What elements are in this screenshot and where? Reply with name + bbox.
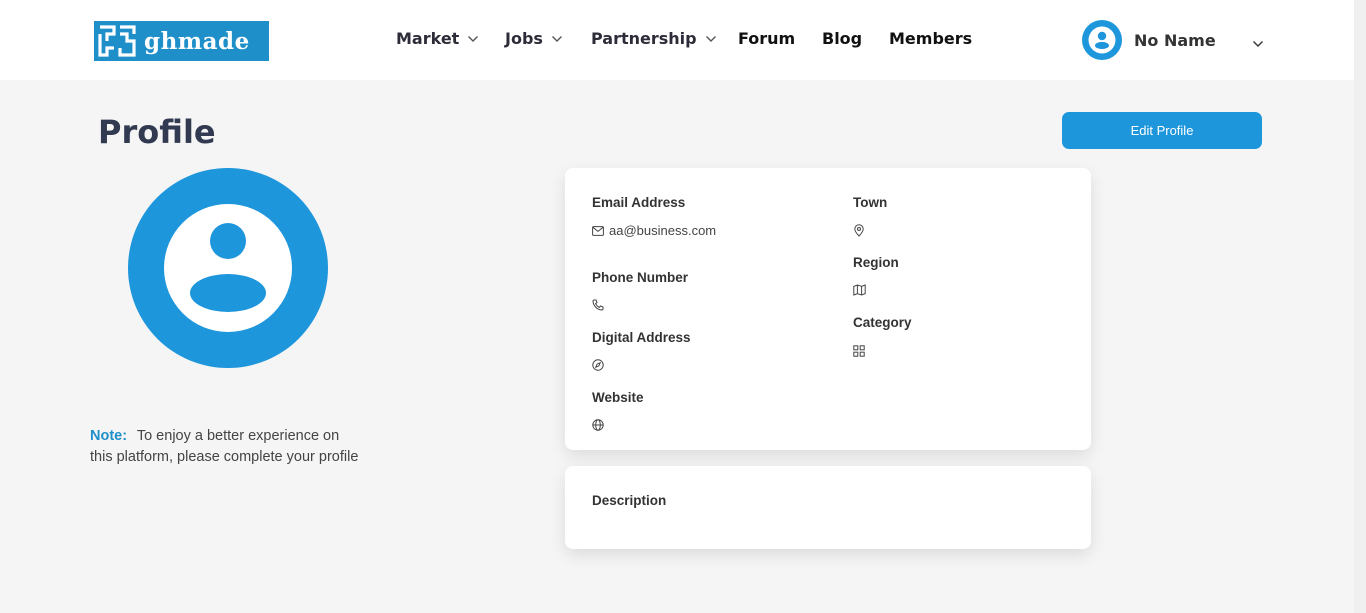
email-value: aa@business.com (592, 223, 716, 238)
nav-partnership-label: Partnership (591, 29, 697, 48)
phone-value (592, 299, 609, 311)
phone-icon (592, 299, 604, 311)
user-menu[interactable]: No Name (1082, 20, 1216, 60)
phone-label: Phone Number (592, 270, 689, 285)
town-label: Town (853, 195, 888, 210)
mail-icon (592, 225, 604, 236)
chevron-down-icon (551, 35, 563, 43)
site-logo[interactable]: ghmade (94, 21, 269, 61)
compass-icon (592, 359, 604, 371)
map-pin-icon (853, 224, 865, 237)
grid-icon (853, 345, 865, 357)
email-label: Email Address (592, 195, 686, 210)
email-text: aa@business.com (609, 223, 717, 238)
town-value (853, 224, 870, 237)
contact-details-card: Email Address aa@business.com Phone Numb… (565, 168, 1091, 450)
region-value (853, 284, 871, 296)
nav-blog-label: Blog (822, 29, 863, 48)
nav-members-label: Members (889, 29, 973, 48)
nav-jobs-label: Jobs (505, 29, 543, 48)
region-label: Region (853, 255, 899, 270)
nav-jobs[interactable]: Jobs (505, 29, 563, 48)
chevron-down-icon[interactable] (1252, 33, 1264, 52)
globe-icon (592, 419, 604, 431)
edit-profile-button[interactable]: Edit Profile (1062, 112, 1262, 149)
map-icon (853, 284, 866, 296)
nav-forum[interactable]: Forum (738, 29, 795, 48)
nav-market-label: Market (396, 29, 460, 48)
description-label: Description (592, 493, 667, 508)
logo-text: ghmade (144, 27, 250, 55)
chevron-down-icon (705, 35, 717, 43)
scrollbar[interactable] (1354, 0, 1366, 613)
chevron-down-icon (467, 35, 479, 43)
category-label: Category (853, 315, 912, 330)
user-avatar-icon (1082, 20, 1122, 60)
nav-market[interactable]: Market (396, 29, 479, 48)
description-card: Description (565, 466, 1091, 549)
profile-note: Note: To enjoy a better experience on th… (90, 426, 360, 468)
website-label: Website (592, 390, 644, 405)
logo-maze-icon (94, 21, 140, 61)
profile-avatar[interactable] (128, 168, 328, 368)
digital-address-value (592, 359, 609, 371)
nav-blog[interactable]: Blog (822, 29, 862, 48)
category-value (853, 345, 870, 357)
note-text: To enjoy a better experience on this pla… (90, 428, 359, 465)
page-title: Profile (98, 113, 216, 151)
digital-address-label: Digital Address (592, 330, 691, 345)
user-avatar-icon (164, 204, 292, 332)
user-name: No Name (1134, 30, 1216, 50)
nav-members[interactable]: Members (889, 29, 972, 48)
nav-forum-label: Forum (738, 29, 796, 48)
note-label: Note: (90, 428, 128, 444)
nav-partnership[interactable]: Partnership (591, 29, 717, 48)
website-value (592, 419, 609, 431)
top-navbar: ghmade Market Jobs Partnership Forum Blo… (0, 0, 1354, 80)
